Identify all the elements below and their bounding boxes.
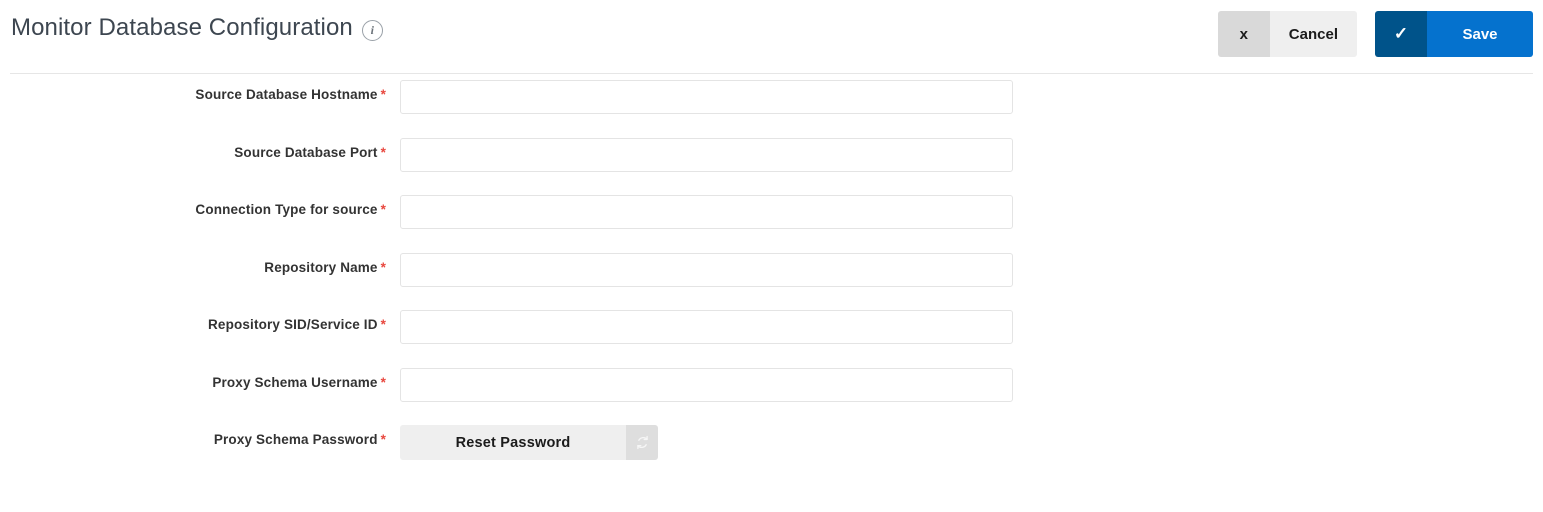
required-asterisk: * (380, 432, 386, 447)
source-database-hostname-input[interactable] (400, 80, 1013, 114)
refresh-icon[interactable] (626, 425, 658, 460)
cancel-button-label[interactable]: Cancel (1269, 11, 1357, 57)
configuration-form: Source Database Hostname * Source Databas… (0, 74, 1543, 477)
form-row: Connection Type for source * (0, 189, 1543, 247)
label-text: Repository Name (264, 259, 378, 275)
repository-name-input[interactable] (400, 252, 1013, 287)
close-icon[interactable]: x (1217, 11, 1270, 57)
required-asterisk: * (380, 374, 386, 390)
proxy-schema-username-input[interactable] (400, 367, 1013, 402)
save-button-label[interactable]: Save (1427, 11, 1533, 57)
field-label-connection-type-for-source: Connection Type for source * (195, 202, 386, 217)
field-label-source-database-port: Source Database Port * (234, 145, 386, 160)
label-text: Proxy Schema Password (213, 432, 378, 447)
field-label-proxy-schema-password: Proxy Schema Password * (214, 432, 386, 447)
required-asterisk: * (380, 259, 386, 275)
source-database-port-input[interactable] (400, 137, 1013, 172)
label-text: Proxy Schema Username (212, 374, 378, 390)
field-label-proxy-schema-username: Proxy Schema Username * (212, 375, 386, 390)
info-circle-icon[interactable]: i (361, 19, 383, 41)
required-asterisk: * (380, 144, 386, 160)
label-text: Repository SID/Service ID (208, 317, 378, 332)
reset-password-button-label[interactable]: Reset Password (400, 425, 626, 460)
form-row: Repository SID/Service ID * (0, 304, 1543, 362)
connection-type-for-source-input[interactable] (400, 195, 1013, 229)
save-button[interactable]: ✓ Save (1375, 11, 1533, 57)
required-asterisk: * (380, 317, 386, 332)
form-row: Proxy Schema Username * (0, 362, 1543, 420)
required-asterisk: * (380, 202, 386, 217)
field-label-repository-sid-service-id: Repository SID/Service ID * (208, 317, 386, 332)
repository-sid-service-id-input[interactable] (400, 310, 1013, 344)
label-text: Connection Type for source (195, 202, 378, 217)
reset-password-button[interactable]: Reset Password (400, 425, 658, 460)
header-actions: x Cancel ✓ Save (1217, 11, 1533, 57)
form-row: Source Database Port * (0, 132, 1543, 190)
required-asterisk: * (380, 87, 386, 102)
page-title-text: Monitor Database Configuration (11, 14, 353, 41)
page-title: Monitor Database Configuration i (11, 14, 383, 42)
form-row: Repository Name * (0, 247, 1543, 305)
cancel-button[interactable]: x Cancel (1217, 11, 1357, 57)
check-icon[interactable]: ✓ (1375, 11, 1427, 57)
label-text: Source Database Hostname (195, 87, 378, 102)
form-row: Source Database Hostname * (0, 74, 1543, 132)
label-text: Source Database Port (234, 144, 378, 160)
field-label-repository-name: Repository Name * (264, 260, 386, 275)
form-row: Proxy Schema Password * Reset Password (0, 419, 1543, 477)
field-label-source-database-hostname: Source Database Hostname * (195, 87, 386, 102)
page-header: Monitor Database Configuration i x Cance… (0, 0, 1543, 74)
